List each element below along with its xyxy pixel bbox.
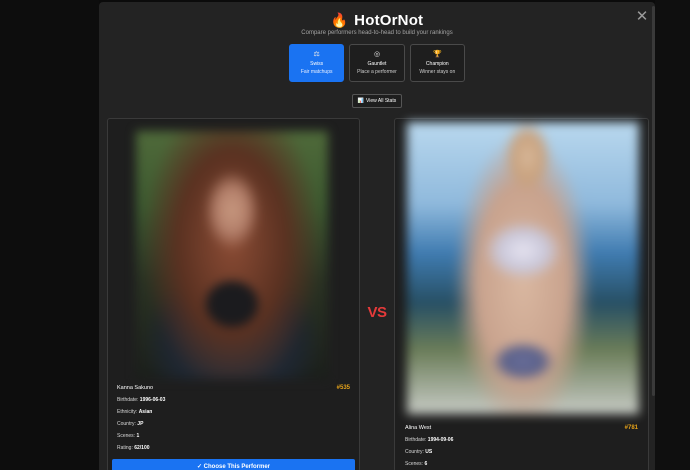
page-title: HotOrNot	[354, 11, 424, 29]
performer-rank: #781	[624, 425, 638, 431]
ethnicity-value: Asian	[138, 409, 153, 415]
ethnicity-label: Ethnicity:	[117, 409, 138, 415]
title-row: 🔥 HotOrNot	[99, 10, 655, 30]
rating-label: Rating:	[117, 445, 133, 451]
vs-label: VS	[367, 304, 387, 321]
country-row: Country: US	[405, 449, 638, 455]
scenes-value: 6	[424, 461, 428, 467]
right-performer-info: Alina West #781 Birthdate: 1994-09-06 Co…	[405, 425, 638, 467]
right-performer-photo[interactable]	[407, 122, 639, 414]
background-left	[0, 0, 99, 470]
mode-description: Winner stays on	[419, 69, 456, 75]
birthdate-value: 1994-09-06	[427, 437, 454, 443]
performer-name: Kanna Sakuno	[117, 385, 154, 391]
left-performer-card: Kanna Sakuno #535 Birthdate: 1996-06-03 …	[107, 118, 360, 470]
mode-name: Champion	[425, 61, 449, 67]
birthdate-value: 1996-06-03	[139, 397, 166, 403]
left-performer-info: Kanna Sakuno #535 Birthdate: 1996-06-03 …	[117, 385, 350, 451]
target-icon: ◎	[373, 51, 381, 58]
rating-value: 62/100	[134, 445, 150, 451]
scrollbar[interactable]	[652, 6, 655, 396]
choose-left-performer-button[interactable]: ✓ Choose This Performer	[112, 459, 355, 470]
performer-rank: #535	[336, 385, 350, 391]
flame-icon: 🔥	[330, 11, 349, 28]
birthdate-label: Birthdate:	[405, 437, 427, 443]
chart-icon: 📊	[357, 98, 365, 104]
scale-icon: ⚖	[313, 51, 320, 58]
mode-swiss-button[interactable]: ⚖ Swiss Fair matchups	[289, 44, 345, 82]
scenes-value: 1	[136, 433, 140, 439]
page-subtitle: Compare performers head-to-head to build…	[301, 30, 453, 36]
birthdate-row: Birthdate: 1994-09-06	[405, 437, 638, 443]
background-right	[655, 0, 690, 470]
scenes-label: Scenes:	[117, 433, 136, 439]
scenes-row: Scenes: 6	[405, 461, 638, 467]
country-label: Country:	[405, 449, 424, 455]
country-label: Country:	[117, 421, 136, 427]
ethnicity-row: Ethnicity: Asian	[117, 409, 350, 415]
mode-champion-button[interactable]: 🏆 Champion Winner stays on	[409, 44, 465, 82]
mode-description: Place a performer	[357, 69, 397, 75]
right-performer-card: Alina West #781 Birthdate: 1994-09-06 Co…	[394, 118, 649, 470]
country-value: JP	[137, 421, 144, 427]
scenes-label: Scenes:	[405, 461, 424, 467]
scenes-row: Scenes: 1	[117, 433, 350, 439]
rating-row: Rating: 62/100	[117, 445, 350, 451]
country-value: US	[425, 449, 433, 455]
hotornot-modal: ✕ 🔥 HotOrNot Compare performers head-to-…	[99, 2, 655, 470]
view-all-stats-label: View All Stats	[366, 98, 397, 104]
mode-gauntlet-button[interactable]: ◎ Gauntlet Place a performer	[349, 44, 405, 82]
country-row: Country: JP	[117, 421, 350, 427]
mode-description: Fair matchups	[300, 69, 333, 75]
mode-name: Gauntlet	[367, 61, 387, 67]
mode-name: Swiss	[310, 61, 324, 67]
birthdate-row: Birthdate: 1996-06-03	[117, 397, 350, 403]
performer-name: Alina West	[405, 425, 432, 431]
trophy-icon: 🏆	[432, 51, 442, 58]
view-all-stats-button[interactable]: 📊 View All Stats	[352, 94, 402, 108]
birthdate-label: Birthdate:	[117, 397, 139, 403]
mode-selector: ⚖ Swiss Fair matchups ◎ Gauntlet Place a…	[289, 44, 465, 82]
left-performer-photo[interactable]	[136, 131, 328, 379]
